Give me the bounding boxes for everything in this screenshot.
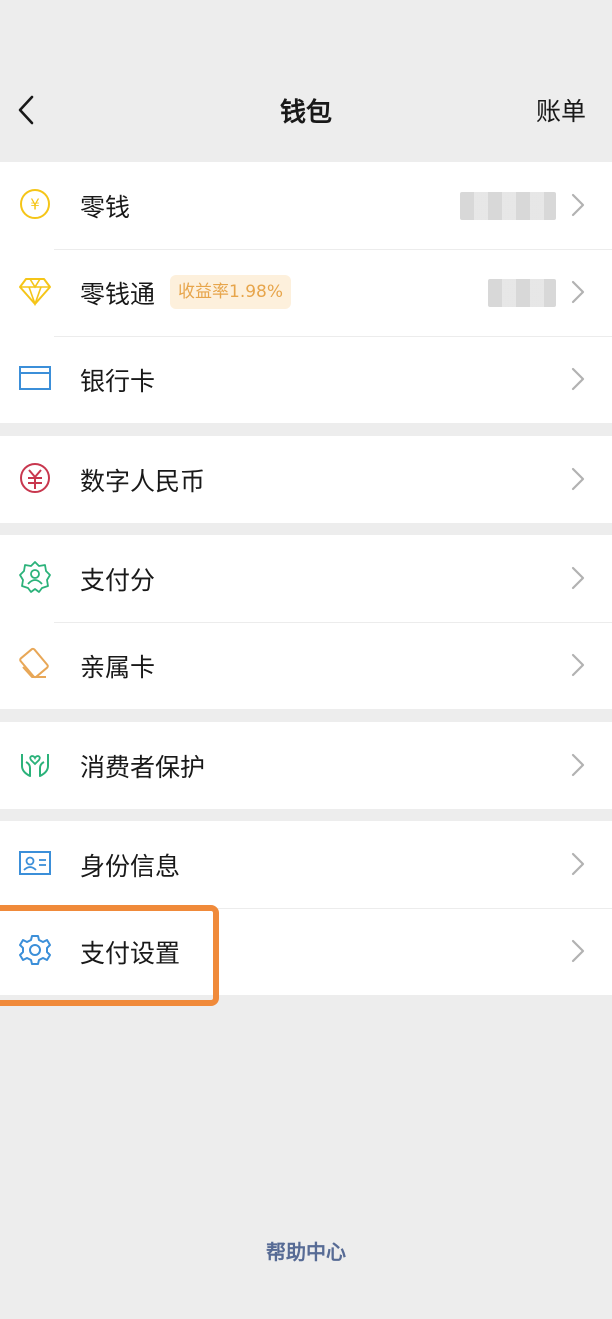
wallet-group-digital: 数字人民币 [0, 436, 612, 523]
chevron-right-icon [571, 939, 585, 963]
help-center-link[interactable]: 帮助中心 [0, 1236, 612, 1265]
row-label: 支付设置 [80, 938, 181, 968]
hidden-balance-value [460, 192, 556, 220]
page-title: 钱包 [279, 98, 332, 128]
row-family-card[interactable]: 亲属卡 [0, 622, 612, 709]
chevron-right-icon [571, 280, 585, 304]
wallet-group-credit: 支付分 亲属卡 [0, 535, 612, 709]
chevron-right-icon [571, 566, 585, 590]
row-label: 银行卡 [80, 366, 156, 396]
row-change[interactable]: ¥ 零钱 [0, 162, 612, 249]
row-payment-settings[interactable]: 支付设置 [0, 908, 612, 995]
row-label: 数字人民币 [80, 466, 206, 496]
chevron-right-icon [571, 367, 585, 391]
row-label: 支付分 [80, 565, 156, 595]
wallet-group-settings: 身份信息 支付设置 [0, 821, 612, 995]
wallet-group-balance: ¥ 零钱 零钱通 收益率1.98% 银行卡 [0, 162, 612, 423]
row-identity-info[interactable]: 身份信息 [0, 821, 612, 908]
yield-badge: 收益率1.98% [170, 275, 292, 309]
chevron-right-icon [571, 467, 585, 491]
wallet-group-protection: 消费者保护 [0, 722, 612, 809]
row-label: 零钱通 [80, 279, 156, 309]
hands-protect-icon [17, 746, 53, 782]
row-change-plus[interactable]: 零钱通 收益率1.98% [0, 249, 612, 336]
row-bank-card[interactable]: 银行卡 [0, 336, 612, 423]
row-label: 零钱 [80, 192, 131, 222]
yuan-coin-icon: ¥ [17, 186, 53, 222]
payment-score-icon [17, 559, 53, 595]
gear-icon [17, 932, 53, 968]
row-label: 身份信息 [80, 851, 181, 881]
row-label: 消费者保护 [80, 752, 206, 782]
nav-bar: 钱包 账单 [0, 60, 612, 160]
digital-rmb-icon [17, 460, 53, 496]
chevron-right-icon [571, 852, 585, 876]
bank-card-icon [17, 360, 53, 396]
hidden-balance-value [488, 279, 556, 307]
row-label: 亲属卡 [80, 652, 156, 682]
id-card-icon [17, 845, 53, 881]
chevron-right-icon [571, 653, 585, 677]
row-digital-rmb[interactable]: 数字人民币 [0, 436, 612, 523]
family-card-icon [17, 646, 53, 682]
chevron-right-icon [571, 753, 585, 777]
bill-button[interactable]: 账单 [536, 92, 586, 128]
svg-text:¥: ¥ [30, 196, 40, 214]
row-consumer-protection[interactable]: 消费者保护 [0, 722, 612, 809]
diamond-icon [17, 273, 53, 309]
chevron-right-icon [571, 193, 585, 217]
row-payment-score[interactable]: 支付分 [0, 535, 612, 622]
